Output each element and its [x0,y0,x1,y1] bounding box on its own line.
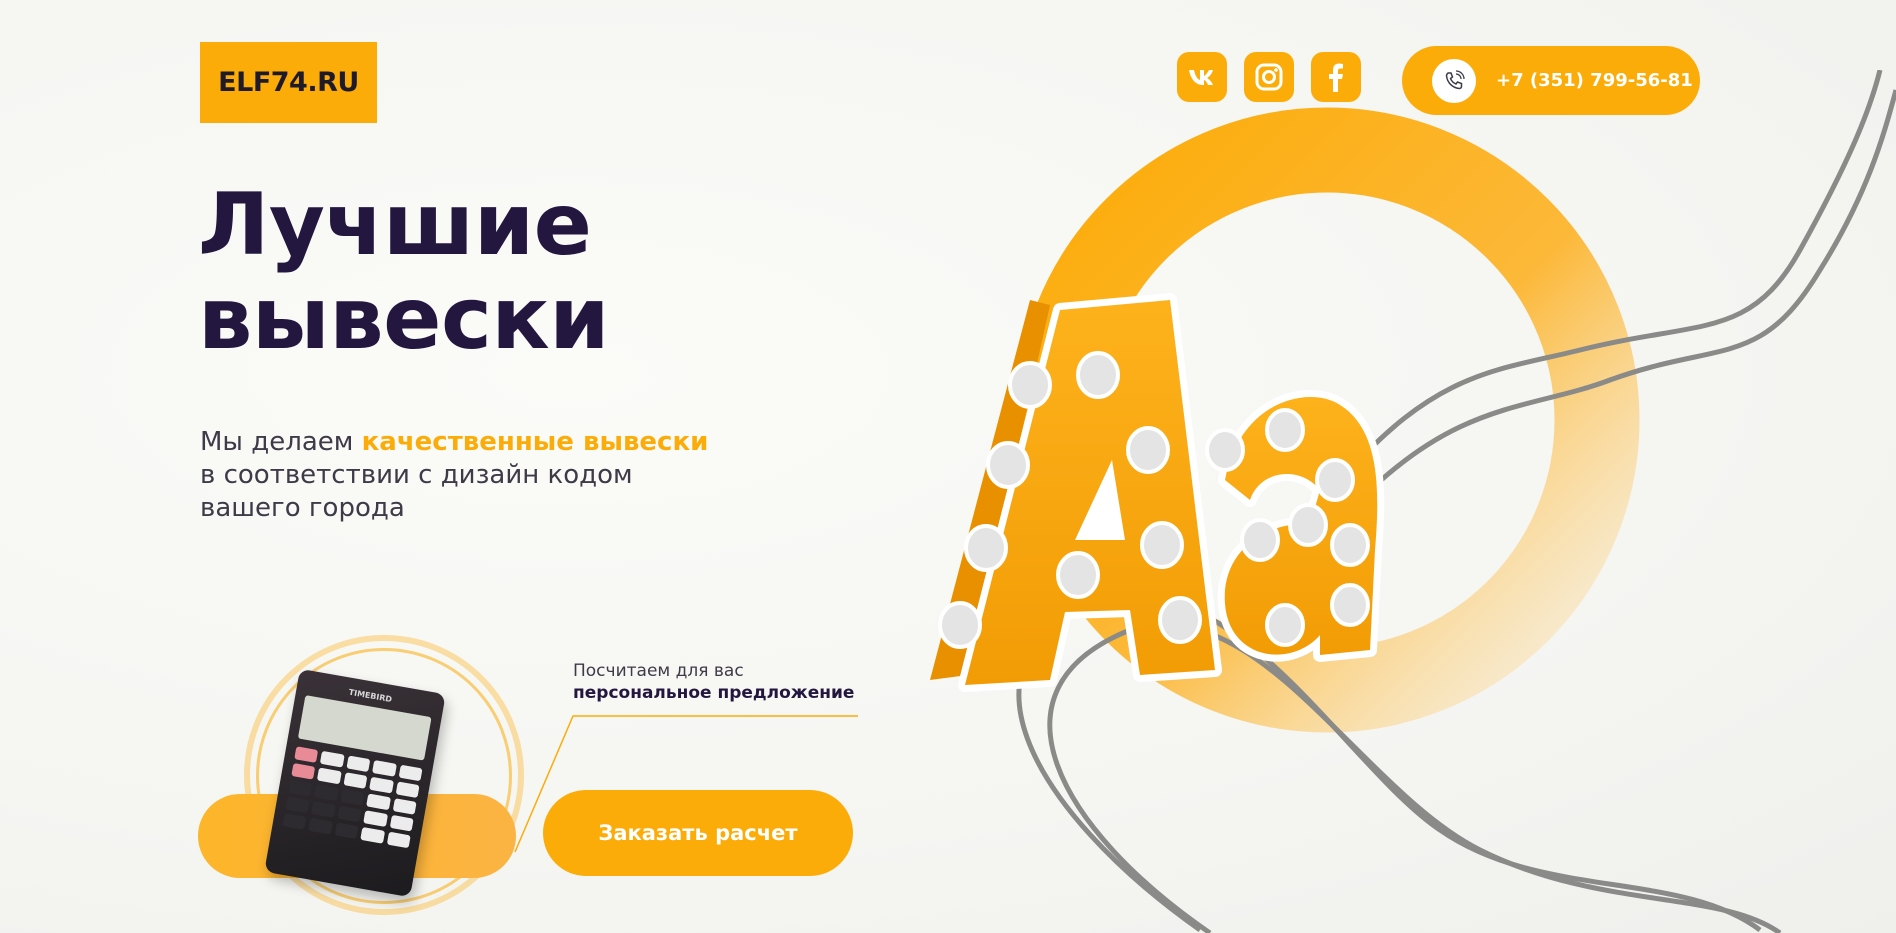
calc-key [343,772,368,789]
offer-caption: Посчитаем для вас персональное предложен… [573,660,854,704]
bulb [986,441,1030,489]
bulb [1076,351,1120,399]
order-calculation-button[interactable]: Заказать расчет [543,790,853,876]
calc-key [308,817,333,835]
bulb [1330,583,1370,627]
calc-key [340,788,365,806]
calc-key [398,764,423,782]
calc-key [386,831,411,849]
calculator-illustration: TIMEBIRD [196,630,536,920]
offer-line-2: персональное предложение [573,683,855,703]
bulb [1056,551,1100,599]
calc-key [282,813,307,830]
bulb [1265,603,1305,647]
bulb [1330,523,1370,567]
bulb [1008,361,1052,409]
bulb [1315,458,1355,502]
calc-key [320,750,345,768]
bulb [1205,428,1245,472]
calc-key [392,798,417,815]
title-line-1: Лучшие [198,175,592,275]
calc-key [346,755,371,773]
calc-key [366,793,391,811]
bulb [1140,521,1184,569]
calc-key [360,826,385,844]
calc-keypad [282,746,423,849]
subtitle-prefix: Мы делаем [200,427,362,457]
marquee-letters-illustration [930,70,1896,933]
subtitle-line-2: в соответствии с дизайн кодом [200,460,633,490]
calc-key [294,746,319,763]
calc-key [317,767,342,785]
hero-subtitle: Мы делаем качественные вывески в соответ… [200,426,800,525]
subtitle-line-1: Мы делаем качественные вывески [200,426,800,459]
bulb [938,601,982,649]
calc-key [363,810,388,827]
bulb [1240,518,1280,562]
calc-key [288,779,313,797]
page-title: Лучшие вывески [198,175,610,369]
title-line-2: вывески [198,269,610,369]
calc-key [372,760,397,777]
calc-key [369,776,394,794]
site-logo[interactable]: ELF74.RU [200,42,377,123]
bulb [1288,503,1328,547]
calc-key [314,784,339,802]
calc-key [337,805,362,823]
calc-key [389,814,414,832]
subtitle-accent: качественные вывески [361,427,709,457]
bulb [964,524,1008,572]
calc-key [291,763,316,780]
calc-key [311,801,336,818]
calc-key [285,796,310,814]
bulb [1265,408,1305,452]
subtitle-line-3: вашего города [200,493,405,523]
bulb [1158,596,1202,644]
offer-line-1: Посчитаем для вас [573,661,744,681]
calc-key [395,781,420,799]
calc-key [334,822,359,840]
bulb [1126,426,1170,474]
